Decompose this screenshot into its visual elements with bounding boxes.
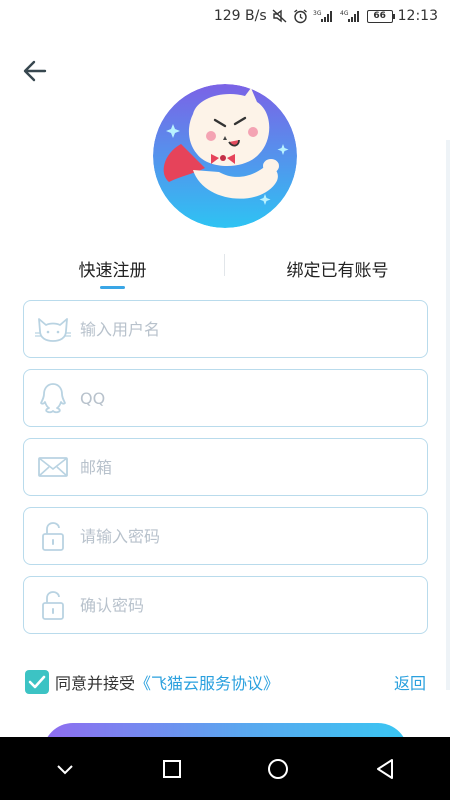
mail-icon bbox=[24, 439, 78, 495]
confirm-password-input[interactable] bbox=[80, 595, 400, 615]
chevron-down-icon bbox=[57, 764, 73, 774]
home-icon bbox=[268, 758, 289, 779]
service-agreement-link[interactable]: 《飞猫云服务协议》 bbox=[135, 670, 279, 694]
active-tab-indicator bbox=[100, 286, 125, 289]
tab-quick-register[interactable]: 快速注册 bbox=[40, 248, 185, 288]
agreement-text: 同意并接受 bbox=[55, 674, 136, 693]
register-tabs: 快速注册 绑定已有账号 bbox=[0, 248, 450, 292]
svg-text:3G: 3G bbox=[313, 10, 322, 17]
tab-quick-register-label: 快速注册 bbox=[78, 260, 147, 281]
cat-mascot-avatar bbox=[153, 84, 297, 228]
battery-level: 66 bbox=[373, 11, 386, 21]
agreement-checkbox[interactable] bbox=[25, 670, 49, 694]
qq-field[interactable] bbox=[23, 369, 428, 427]
scroll-edge bbox=[446, 140, 450, 690]
svg-text:4G: 4G bbox=[340, 10, 349, 17]
system-navigation-bar bbox=[0, 737, 450, 800]
qq-input[interactable] bbox=[80, 388, 400, 408]
email-field[interactable] bbox=[23, 438, 428, 496]
alarm-icon bbox=[293, 8, 308, 24]
lock-icon bbox=[24, 577, 78, 633]
signal-4g-icon: 4G bbox=[340, 9, 362, 23]
nav-collapse-button[interactable] bbox=[45, 749, 85, 789]
battery-icon: 66 bbox=[366, 9, 395, 23]
email-input[interactable] bbox=[80, 457, 400, 477]
back-button[interactable] bbox=[20, 56, 50, 86]
cat-icon bbox=[24, 301, 78, 357]
nav-recent-apps-button[interactable] bbox=[152, 749, 192, 789]
lock-icon bbox=[24, 508, 78, 564]
agreement-row: 同意并接受 《飞猫云服务协议》 返回 bbox=[25, 669, 430, 695]
back-arrow-icon bbox=[23, 60, 47, 82]
mute-icon bbox=[272, 9, 288, 23]
checkmark-icon bbox=[28, 675, 46, 689]
password-input[interactable] bbox=[80, 526, 400, 546]
signal-3g-icon: 3G bbox=[313, 9, 335, 23]
back-triangle-icon bbox=[376, 758, 393, 779]
nav-home-button[interactable] bbox=[258, 749, 298, 789]
username-field[interactable] bbox=[23, 300, 428, 358]
network-speed: 129 B/s bbox=[213, 8, 267, 24]
username-input[interactable] bbox=[80, 319, 400, 339]
tab-divider bbox=[224, 254, 225, 276]
status-bar: 129 B/s 3G 4G 66 12:13 bbox=[0, 0, 450, 32]
qq-icon bbox=[24, 370, 78, 426]
tab-bind-account-label: 绑定已有账号 bbox=[286, 260, 389, 281]
tab-bind-account[interactable]: 绑定已有账号 bbox=[265, 248, 410, 288]
confirm-password-field[interactable] bbox=[23, 576, 428, 634]
clock: 12:13 bbox=[397, 8, 438, 24]
nav-back-button[interactable] bbox=[365, 749, 405, 789]
password-field[interactable] bbox=[23, 507, 428, 565]
return-link[interactable]: 返回 bbox=[394, 670, 426, 694]
recent-apps-icon bbox=[162, 759, 181, 778]
